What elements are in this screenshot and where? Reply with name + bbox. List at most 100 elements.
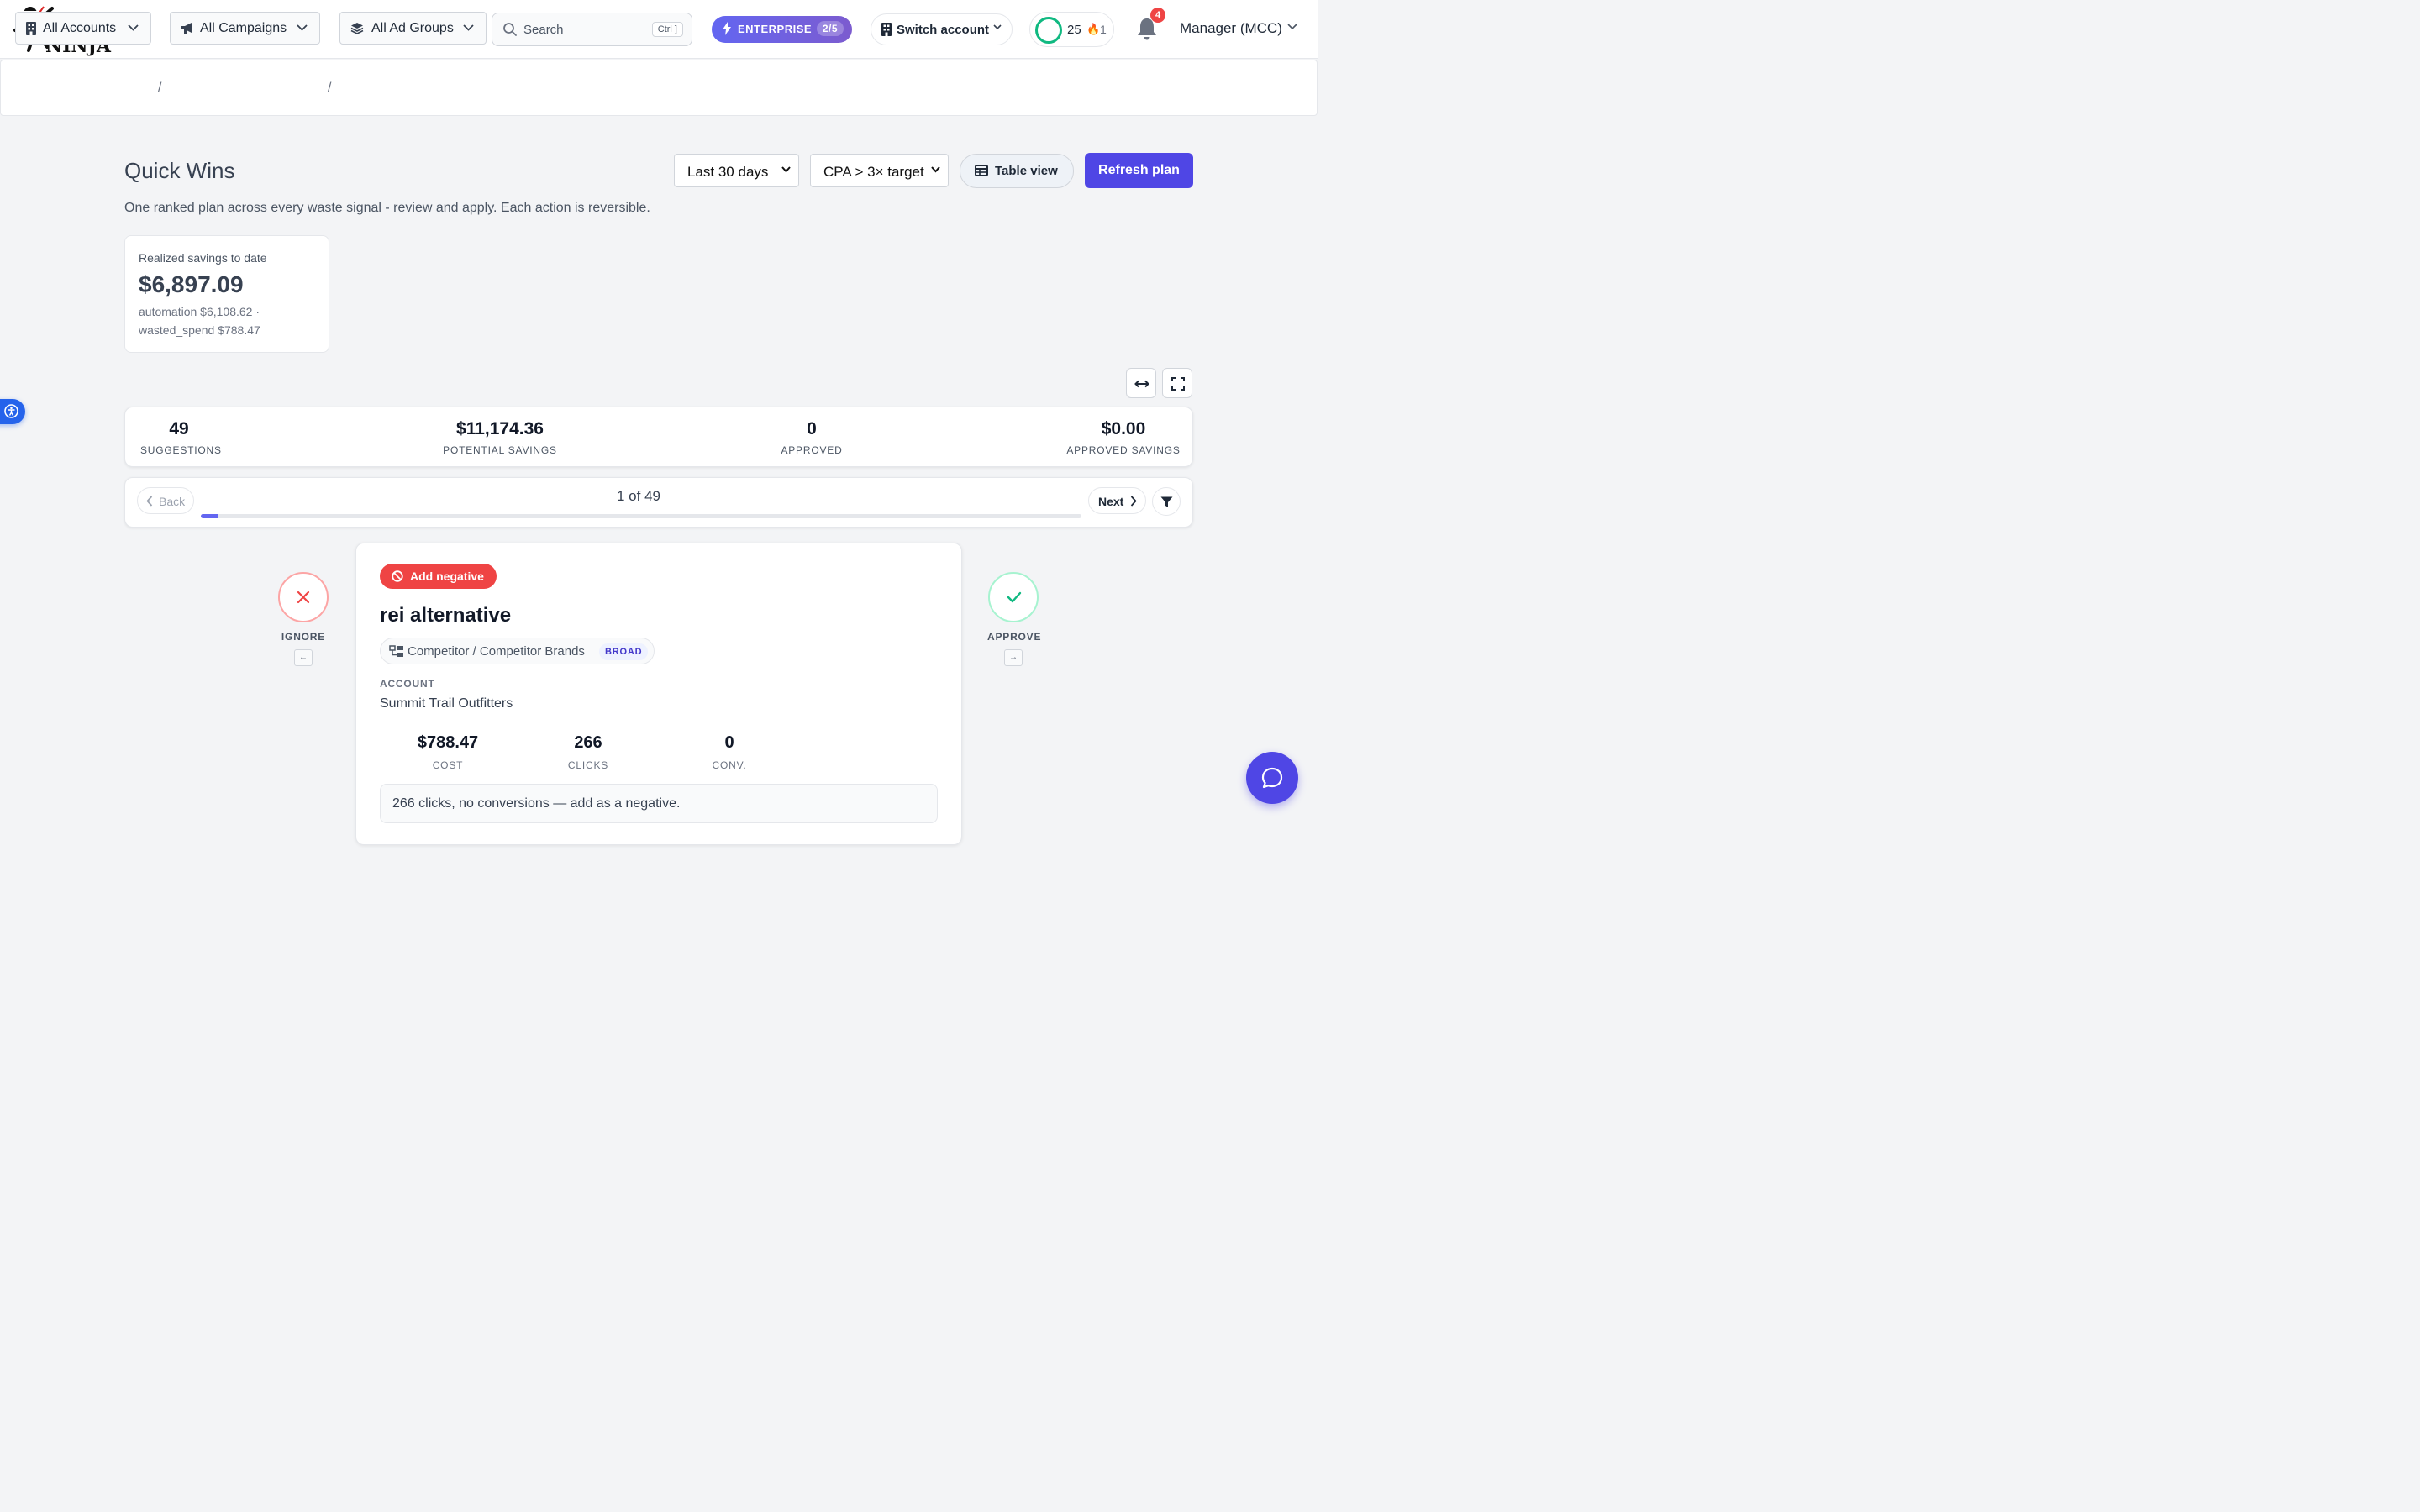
account-value: Summit Trail Outfitters: [380, 696, 513, 711]
check-icon: [1007, 591, 1022, 603]
stat-label: APPROVED: [781, 444, 843, 456]
progress-bar: [201, 514, 1081, 518]
points-widget[interactable]: 25 🔥 1: [1029, 12, 1114, 47]
page-subtitle: One ranked plan across every waste signa…: [124, 201, 650, 215]
back-button[interactable]: Back: [137, 487, 194, 514]
ignore-label: IGNORE: [281, 631, 326, 643]
progress-bar-fill: [201, 514, 219, 518]
fullscreen-icon: [1171, 377, 1185, 391]
user-menu-label[interactable]: Manager (MCC): [1180, 20, 1282, 37]
metric-label: CONV.: [712, 759, 747, 771]
realized-savings-label: Realized savings to date: [139, 251, 267, 265]
chevron-down-icon: [128, 24, 139, 31]
stat-label: POTENTIAL SAVINGS: [443, 444, 557, 456]
switch-account-button[interactable]: Switch account: [871, 13, 1013, 45]
lightning-icon: [723, 22, 731, 35]
chevron-down-icon[interactable]: [1287, 24, 1297, 30]
megaphone-icon: [182, 23, 192, 34]
stat-value: $0.00: [1101, 419, 1146, 438]
close-icon: [297, 591, 310, 604]
realized-savings-breakdown: automation $6,108.62 ·: [139, 305, 260, 318]
table-icon: [975, 165, 988, 176]
approve-action: APPROVE →: [987, 572, 1042, 666]
fullscreen-button[interactable]: [1162, 368, 1192, 398]
next-label: Next: [1098, 495, 1124, 508]
approve-label: APPROVE: [987, 631, 1042, 643]
metric-conversions: 0 CONV.: [662, 733, 797, 771]
chevron-down-icon: [297, 24, 308, 31]
breadcrumb-separator: /: [328, 81, 332, 95]
chat-bubble-icon: [1261, 767, 1283, 789]
approve-shortcut-key: →: [1004, 649, 1023, 666]
plan-count: 2/5: [816, 21, 844, 36]
table-view-button[interactable]: Table view: [960, 154, 1074, 188]
chevron-down-icon: [781, 166, 791, 173]
suggestion-pager: Back 1 of 49 Next: [124, 477, 1193, 528]
chevron-down-icon: [993, 24, 1002, 30]
date-range-select[interactable]: Last 30 days: [674, 154, 799, 187]
suggestion-card: Add negative rei alternative Competitor …: [355, 543, 962, 845]
stat-value: $11,174.36: [456, 419, 544, 438]
search-shortcut: Ctrl ]: [651, 22, 683, 37]
accessibility-button[interactable]: [0, 399, 25, 424]
match-type-badge: BROAD: [599, 643, 649, 660]
metric-value: 266: [574, 733, 602, 752]
metric-cost: $788.47 COST: [381, 733, 515, 771]
breadcrumb: [0, 60, 1318, 116]
approve-button[interactable]: [988, 572, 1039, 622]
notification-badge: 4: [1150, 8, 1165, 23]
filter-icon: [1160, 496, 1173, 507]
search-box[interactable]: Search Ctrl ]: [492, 13, 692, 46]
ignore-shortcut-key: ←: [294, 649, 313, 666]
filter-button[interactable]: [1152, 487, 1181, 516]
enterprise-plan-badge[interactable]: ENTERPRISE 2/5: [712, 16, 852, 43]
chevron-down-icon: [931, 166, 940, 173]
metric-value: 0: [724, 733, 734, 752]
page-title: Quick Wins: [124, 158, 235, 183]
action-tag-label: Add negative: [410, 570, 484, 583]
building-icon: [26, 22, 36, 35]
points-score: 25: [1067, 23, 1081, 37]
realized-savings-breakdown: wasted_spend $788.47: [139, 323, 260, 337]
ignore-button[interactable]: [278, 572, 329, 622]
notifications-button[interactable]: 4: [1136, 8, 1165, 42]
metric-value: $788.47: [417, 733, 479, 752]
table-view-label: Table view: [995, 164, 1058, 178]
rule-select[interactable]: CPA > 3× target: [810, 154, 949, 187]
stat-approved-savings: $0.00 APPROVED SAVINGS: [1065, 419, 1182, 456]
chat-button[interactable]: [1246, 752, 1298, 804]
realized-savings-value: $6,897.09: [139, 271, 244, 297]
summary-stats: 49 SUGGESTIONS $11,174.36 POTENTIAL SAVI…: [124, 407, 1193, 467]
campaigns-dropdown[interactable]: All Campaigns: [170, 12, 320, 45]
suggestion-keyword: rei alternative: [380, 604, 512, 627]
flame-icon: 🔥: [1086, 23, 1101, 35]
breadcrumb-separator: /: [158, 81, 162, 95]
progress-ring-icon: [1035, 17, 1062, 44]
campaign-path-chip: Competitor / Competitor Brands BROAD: [380, 638, 655, 664]
ignore-action: IGNORE ←: [277, 572, 329, 666]
plan-label: ENTERPRISE: [738, 23, 813, 35]
expand-width-button[interactable]: [1126, 368, 1156, 398]
ad-groups-dropdown[interactable]: All Ad Groups: [339, 12, 487, 45]
switch-account-label: Switch account: [897, 23, 990, 37]
hierarchy-icon: [389, 645, 403, 657]
stat-value: 49: [169, 419, 189, 438]
pager-position: 1 of 49: [617, 488, 660, 504]
account-label: ACCOUNT: [380, 678, 435, 690]
chevron-left-icon: [146, 496, 153, 507]
accounts-dropdown[interactable]: All Accounts: [15, 12, 151, 45]
rule-value: CPA > 3× target: [823, 164, 924, 180]
refresh-plan-button[interactable]: Refresh plan: [1085, 153, 1193, 188]
next-button[interactable]: Next: [1088, 487, 1146, 514]
stat-approved: 0 APPROVED: [774, 419, 850, 456]
search-placeholder: Search: [523, 23, 564, 37]
accounts-label: All Accounts: [43, 21, 117, 35]
chevron-right-icon: [1130, 496, 1137, 507]
back-label: Back: [159, 495, 186, 508]
ban-icon: [392, 570, 403, 582]
campaign-path: Competitor / Competitor Brands: [408, 644, 585, 659]
stat-suggestions: 49 SUGGESTIONS: [140, 419, 221, 456]
chevron-down-icon: [463, 24, 474, 31]
ad-groups-label: All Ad Groups: [371, 21, 454, 35]
stat-potential-savings: $11,174.36 POTENTIAL SAVINGS: [436, 419, 564, 456]
